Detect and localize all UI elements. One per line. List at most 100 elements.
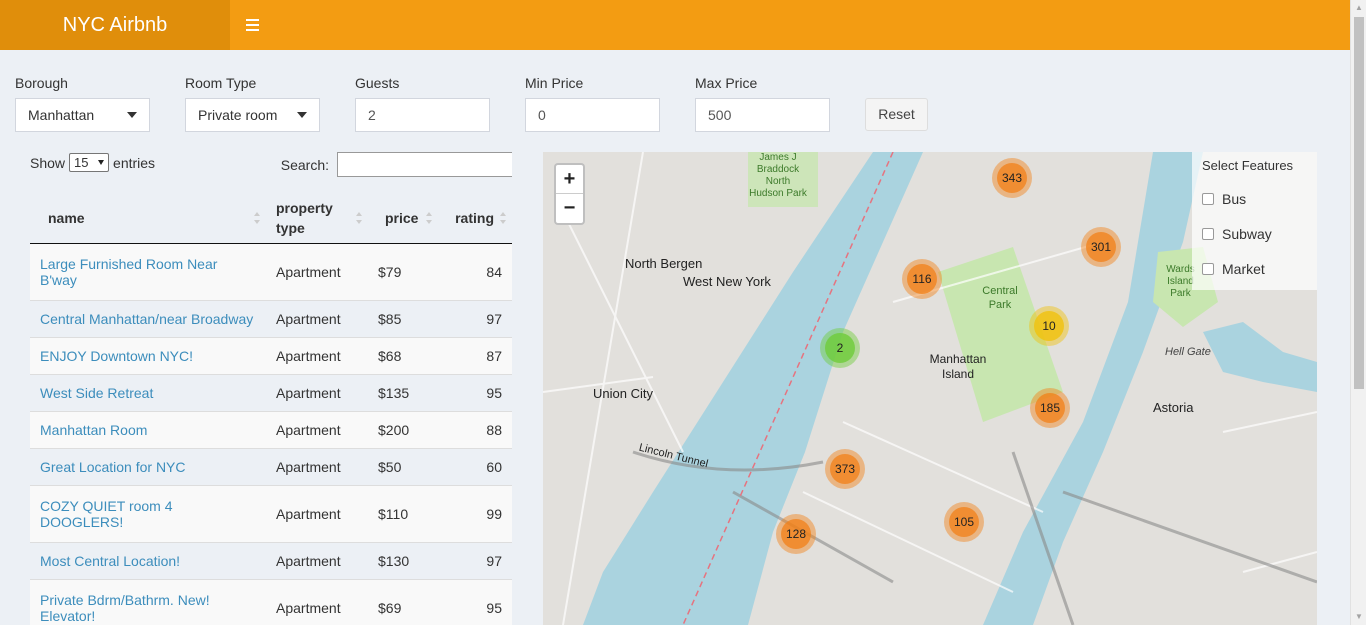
scroll-up-arrow-icon[interactable]: ▲ <box>1351 0 1366 16</box>
map-cluster-marker[interactable]: 373 <box>825 449 865 489</box>
zoom-out-button[interactable]: − <box>556 194 583 223</box>
map-cluster-marker[interactable]: 105 <box>944 502 984 542</box>
map-label: West New York <box>683 274 771 289</box>
cell-name: Most Central Location! <box>30 541 266 579</box>
features-title: Select Features <box>1202 158 1294 173</box>
cluster-count: 343 <box>997 163 1027 193</box>
listing-link[interactable]: Private Bdrm/Bathrm. New! Elevator! <box>40 592 210 624</box>
entries-select[interactable]: 15 <box>69 153 110 172</box>
guests-input[interactable] <box>355 98 490 132</box>
cell-price: $68 <box>368 336 438 374</box>
map-cluster-marker[interactable]: 2 <box>820 328 860 368</box>
feature-label: Subway <box>1222 225 1272 242</box>
cell-rating: 95 <box>438 578 512 625</box>
cell-name: Private Bdrm/Bathrm. New! Elevator! <box>30 578 266 625</box>
listing-link[interactable]: Large Furnished Room Near B'way <box>40 256 217 288</box>
cell-price: $110 <box>368 484 438 542</box>
column-header-name[interactable]: name <box>30 193 266 244</box>
room-type-select[interactable]: Private room <box>185 98 320 132</box>
cluster-count: 185 <box>1035 393 1065 423</box>
cell-name: Central Manhattan/near Broadway <box>30 299 266 337</box>
top-navbar: NYC Airbnb <box>0 0 1350 50</box>
room-type-label: Room Type <box>185 75 257 91</box>
feature-option-subway[interactable]: Subway <box>1202 216 1307 251</box>
reset-button[interactable]: Reset <box>865 98 928 131</box>
map-cluster-marker[interactable]: 343 <box>992 158 1032 198</box>
borough-filter: Borough Manhattan <box>15 74 150 132</box>
room-type-filter: Room Type Private room <box>185 74 320 132</box>
cell-rating: 99 <box>438 484 512 542</box>
app-logo-title[interactable]: NYC Airbnb <box>0 0 230 50</box>
max-price-input[interactable] <box>695 98 830 132</box>
table-header-row: name property type price rating <box>30 193 512 244</box>
cell-property-type: Apartment <box>266 447 368 485</box>
map-label: Union City <box>593 386 653 401</box>
feature-label: Bus <box>1222 190 1247 207</box>
cell-rating: 95 <box>438 373 512 411</box>
listings-table: name property type price rating Large Fu… <box>30 193 512 625</box>
feature-option-market[interactable]: Market <box>1202 251 1307 286</box>
listing-link[interactable]: West Side Retreat <box>40 385 153 401</box>
cell-property-type: Apartment <box>266 373 368 411</box>
chevron-down-icon <box>98 160 105 165</box>
min-price-input[interactable] <box>525 98 660 132</box>
scroll-thumb[interactable] <box>1354 17 1364 389</box>
map-cluster-marker[interactable]: 128 <box>776 514 816 554</box>
guests-filter: Guests <box>355 74 490 132</box>
cell-rating: 97 <box>438 541 512 579</box>
table-search: Search: <box>281 152 512 177</box>
entries-value: 15 <box>74 155 89 170</box>
sidebar-toggle-button[interactable] <box>230 0 274 50</box>
table-row: Most Central Location! Apartment $130 97 <box>30 541 512 579</box>
zoom-in-button[interactable]: + <box>556 165 583 194</box>
column-header-label: property type <box>276 199 333 236</box>
cell-property-type: Apartment <box>266 484 368 542</box>
zoom-control: + − <box>554 163 585 225</box>
map-label: Astoria <box>1153 400 1194 415</box>
scroll-down-arrow-icon[interactable]: ▼ <box>1351 609 1366 625</box>
sort-icon <box>426 211 432 224</box>
cluster-count: 10 <box>1034 311 1064 341</box>
column-header-rating[interactable]: rating <box>438 193 512 244</box>
cell-rating: 84 <box>438 242 512 300</box>
listing-link[interactable]: ENJOY Downtown NYC! <box>40 348 193 364</box>
chevron-down-icon <box>127 112 137 118</box>
map-cluster-marker[interactable]: 301 <box>1081 227 1121 267</box>
map-cluster-marker[interactable]: 116 <box>902 259 942 299</box>
map-label: Manhattan Island <box>929 352 987 381</box>
listings-table-panel: Show 15 entries Search: name property ty… <box>30 150 512 625</box>
page-scrollbar[interactable]: ▲ ▼ <box>1350 0 1366 625</box>
cluster-count: 116 <box>907 264 937 294</box>
cell-rating: 60 <box>438 447 512 485</box>
borough-select[interactable]: Manhattan <box>15 98 150 132</box>
listing-link[interactable]: Central Manhattan/near Broadway <box>40 311 253 327</box>
cell-price: $135 <box>368 373 438 411</box>
listings-map[interactable]: North Bergen West New York Union City Ma… <box>543 152 1317 625</box>
listing-link[interactable]: Most Central Location! <box>40 553 180 569</box>
column-header-property-type[interactable]: property type <box>266 193 368 244</box>
checkbox-icon[interactable] <box>1202 262 1214 275</box>
listing-link[interactable]: COZY QUIET room 4 DOOGLERS! <box>40 498 173 530</box>
listing-link[interactable]: Great Location for NYC <box>40 459 186 475</box>
cell-price: $69 <box>368 578 438 625</box>
cell-property-type: Apartment <box>266 578 368 625</box>
feature-option-bus[interactable]: Bus <box>1202 181 1307 216</box>
search-input[interactable] <box>337 152 512 177</box>
cell-name: Great Location for NYC <box>30 447 266 485</box>
cell-property-type: Apartment <box>266 410 368 448</box>
checkbox-icon[interactable] <box>1202 192 1214 205</box>
entries-label: entries <box>113 154 156 171</box>
checkbox-icon[interactable] <box>1202 227 1214 240</box>
borough-value: Manhattan <box>28 107 95 123</box>
column-header-price[interactable]: price <box>368 193 438 244</box>
search-label: Search: <box>280 156 329 173</box>
map-label: North Bergen <box>625 256 703 271</box>
column-header-label: price <box>385 209 419 226</box>
listing-link[interactable]: Manhattan Room <box>40 422 147 438</box>
cell-rating: 87 <box>438 336 512 374</box>
feature-label: Market <box>1222 260 1265 277</box>
map-cluster-marker[interactable]: 185 <box>1030 388 1070 428</box>
map-cluster-marker[interactable]: 10 <box>1029 306 1069 346</box>
cell-property-type: Apartment <box>266 336 368 374</box>
page-length-control: Show 15 entries <box>30 153 155 172</box>
